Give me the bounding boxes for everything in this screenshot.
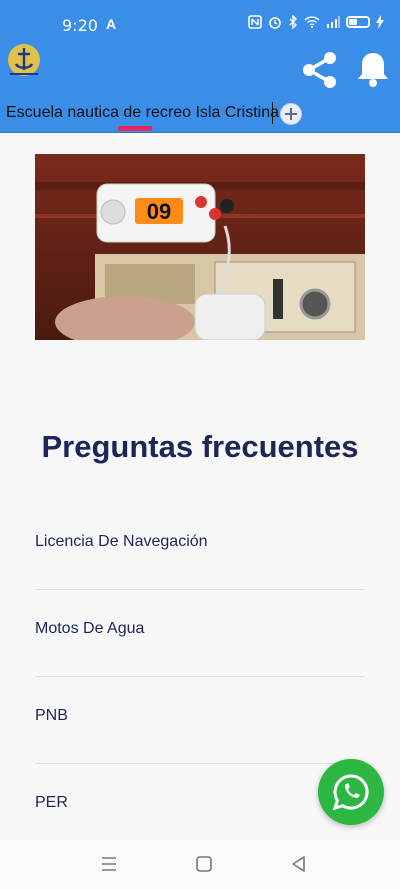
battery-icon: [346, 16, 370, 28]
hero-image: 09: [35, 154, 365, 340]
faq-item-label: PER: [35, 794, 68, 811]
status-app-indicator: A: [106, 16, 117, 32]
escuela-nautica-logo[interactable]: [4, 40, 44, 80]
charging-icon: [376, 15, 384, 29]
status-time: 9:20: [62, 16, 98, 35]
alarm-icon: [269, 17, 281, 29]
menu-icon[interactable]: [99, 854, 119, 874]
faq-item-label: Licencia De Navegación: [35, 533, 208, 550]
wifi-icon: [304, 16, 320, 28]
whatsapp-button[interactable]: [318, 759, 384, 825]
tab-divider: [272, 102, 273, 124]
bluetooth-icon: [289, 15, 297, 29]
signal-icon: [327, 16, 340, 28]
bell-icon[interactable]: [355, 50, 391, 88]
status-icons: [248, 15, 384, 29]
share-icon[interactable]: [300, 50, 340, 90]
home-icon[interactable]: [194, 854, 214, 874]
faq-item-motos-de-agua[interactable]: Motos De Agua: [35, 590, 365, 677]
tab-strip: Escuela nautica de recreo Isla Cristina: [0, 96, 400, 133]
faq-item-label: PNB: [35, 707, 68, 724]
plus-circle-icon: [285, 108, 297, 120]
faq-item-licencia[interactable]: Licencia De Navegación: [35, 503, 365, 590]
add-tab-button[interactable]: [280, 103, 302, 125]
tab-escuela-nautica[interactable]: Escuela nautica de recreo Isla Cristina: [6, 104, 279, 122]
faq-item-per[interactable]: PER: [35, 764, 365, 851]
faq-item-label: Motos De Agua: [35, 620, 145, 637]
status-bar: 9:20 A: [0, 0, 400, 52]
nfc-icon: [248, 15, 262, 29]
tab-active-indicator: [118, 126, 152, 131]
radio-display: 09: [147, 199, 171, 224]
faq-title: Preguntas frecuentes: [41, 429, 359, 464]
system-nav-bar: [0, 840, 400, 889]
faq-item-pnb[interactable]: PNB: [35, 677, 365, 764]
back-icon[interactable]: [289, 854, 309, 874]
whatsapp-icon: [332, 774, 369, 811]
